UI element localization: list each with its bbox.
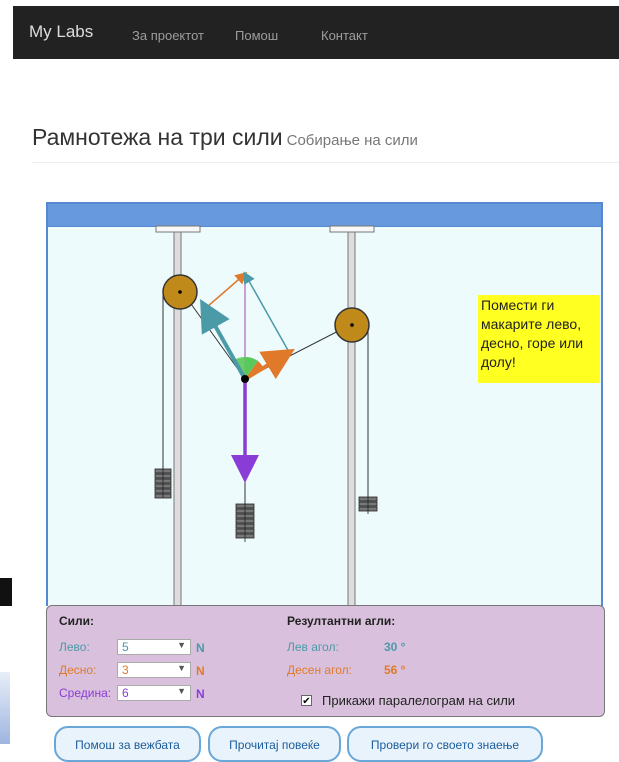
chevron-down-icon: ▼ [177,686,186,696]
page-subtitle: Собирање на сили [286,132,418,149]
left-force-vector [200,299,247,380]
side-decoration-dark [0,578,12,606]
left-angle-label: Лев агол: [287,640,339,654]
middle-force-unit: N [196,687,205,701]
junction-point[interactable] [241,375,249,383]
controls-panel: Сили: Лево: 5 ▼ N Десно: 3 ▼ N Средина: 6 ▼… [46,605,605,717]
side-decoration-blue [0,672,10,744]
left-force-unit: N [196,641,205,655]
middle-weight-stack[interactable] [235,503,255,542]
nav-contact[interactable]: Контакт [321,28,368,43]
check-knowledge-button[interactable]: Провери го своето знаење [347,726,543,762]
brand-link[interactable]: My Labs [29,22,93,42]
help-button[interactable]: Помош за вежбата [54,726,201,762]
parallelogram-checkbox[interactable]: ✔ [301,695,312,707]
left-stand-top [155,225,201,233]
simulation-area: Помести ги макарите лево, десно, горе ил… [46,202,603,608]
right-force-label: Десно: [59,663,97,677]
simulation-canvas [154,225,378,608]
left-force-label: Лево: [59,640,90,654]
right-force-select[interactable]: 3 ▼ [117,662,191,678]
right-stand-top [329,225,375,233]
right-angle-value: 56 ° [384,663,406,677]
nav-help[interactable]: Помош [235,28,278,43]
instruction-tip: Помести ги макарите лево, десно, горе ил… [478,295,600,383]
left-weight-stack[interactable] [154,468,172,499]
forces-title: Сили: [59,614,95,628]
right-stand-pole [347,231,356,608]
right-angle-label: Десен агол: [287,663,352,677]
angles-title: Резултантни агли: [287,614,396,628]
middle-force-label: Средина: [59,686,112,700]
parallelogram-checkbox-label[interactable]: Прикажи паралелограм на сили [322,693,515,708]
read-more-button[interactable]: Прочитај повеќе [208,726,341,762]
left-force-select[interactable]: 5 ▼ [117,639,191,655]
page-header: Рамнотежа на три сили Собирање на сили [32,124,619,163]
navbar: My Labs За проектот Помош Контакт [13,6,619,59]
chevron-down-icon: ▼ [177,640,186,650]
nav-about[interactable]: За проектот [132,28,204,43]
middle-force-select[interactable]: 6 ▼ [117,685,191,701]
left-angle-value: 30 ° [384,640,406,654]
right-force-unit: N [196,664,205,678]
chevron-down-icon: ▼ [177,663,186,673]
page-title: Рамнотежа на три сили [32,124,283,150]
right-weight-stack[interactable] [358,496,378,514]
